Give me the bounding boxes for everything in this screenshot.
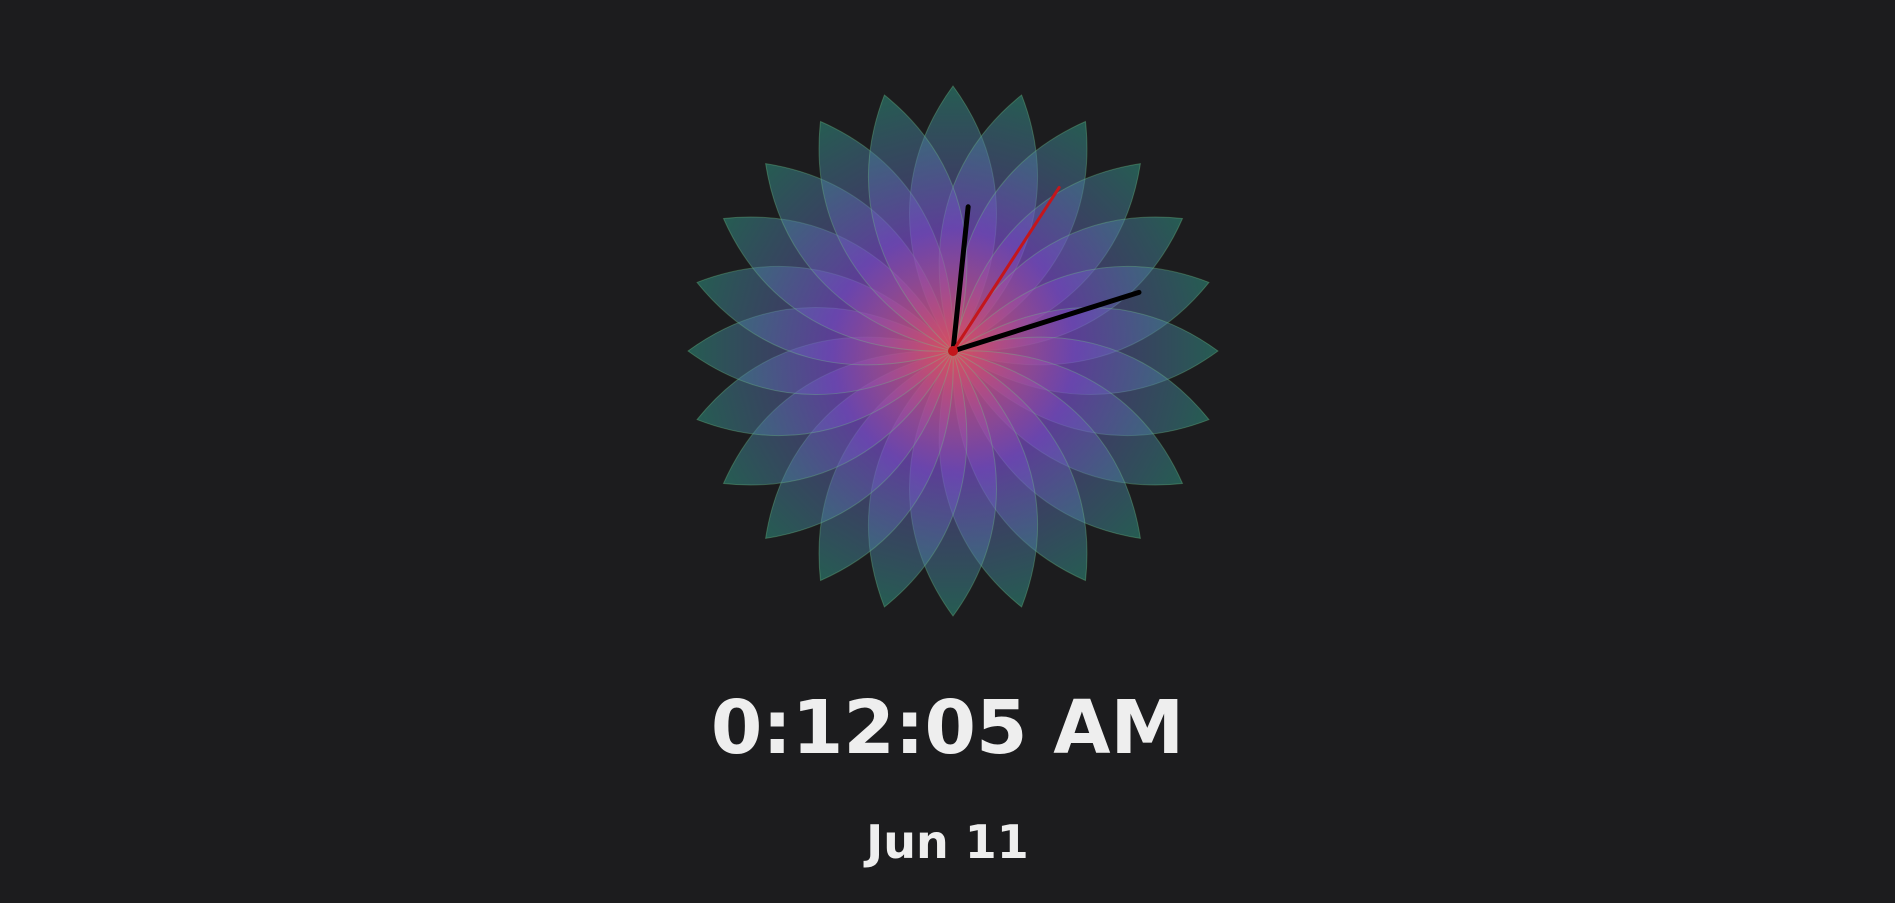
analog-clock: [687, 85, 1219, 617]
clock-app: 0:12:05 AM Jun 11: [0, 0, 1895, 903]
hand-pivot: [948, 346, 958, 356]
date-label: Jun 11: [866, 815, 1029, 869]
digital-time: 0:12:05 AM: [710, 685, 1185, 771]
flower-clock-face: [685, 83, 1221, 619]
